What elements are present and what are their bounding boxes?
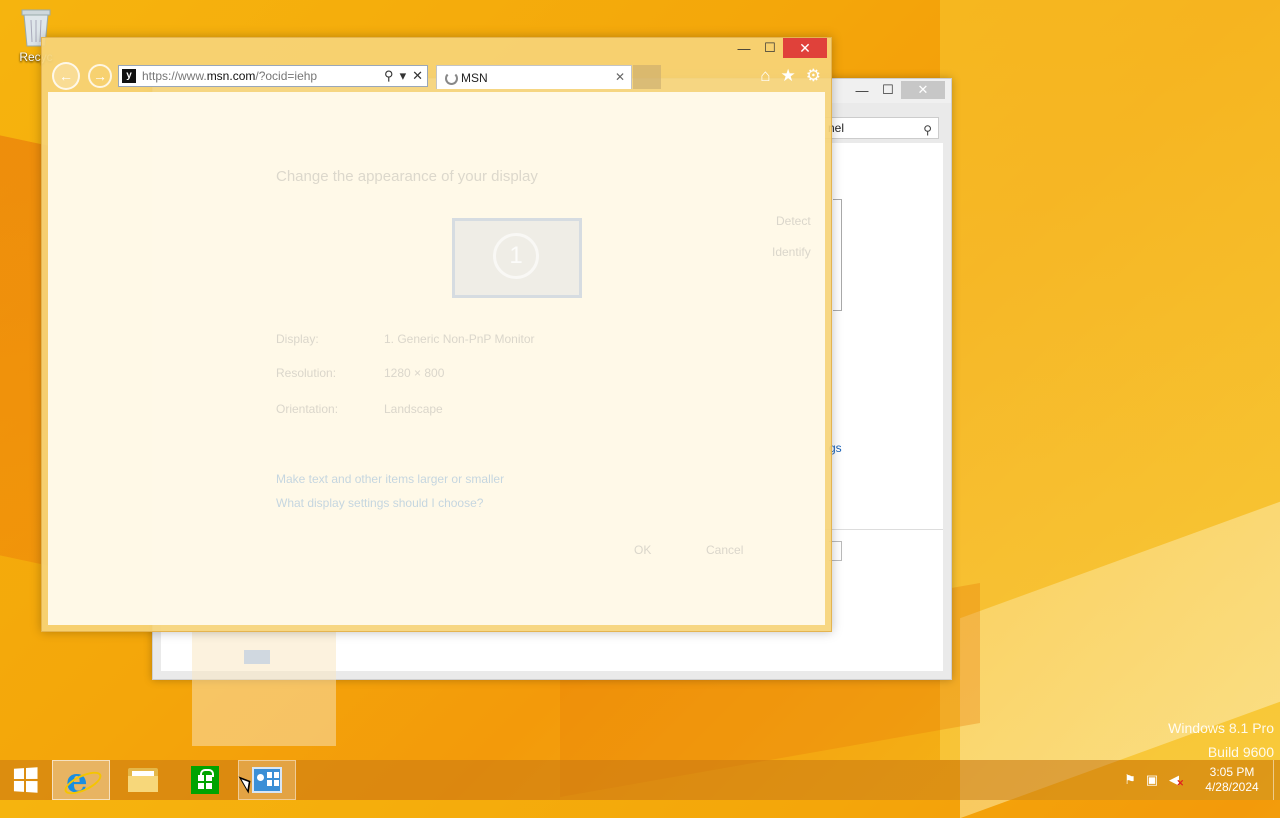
address-url[interactable]: https://www.msn.com/?ocid=iehp xyxy=(142,69,317,83)
url-domain: msn.com xyxy=(206,69,256,83)
back-arrow-icon[interactable]: ← xyxy=(52,62,80,90)
volume-muted-icon[interactable]: ◀ ✕ xyxy=(1163,760,1185,800)
maximize-button[interactable]: ☐ xyxy=(757,38,783,58)
dropdown-chevron-icon[interactable]: ▾ xyxy=(400,68,407,84)
clock-time: 3:05 PM xyxy=(1209,765,1255,779)
control-panel-search-input[interactable]: nel ⚲ xyxy=(821,117,939,139)
taskbar-file-explorer[interactable] xyxy=(114,760,172,800)
forward-arrow-icon[interactable]: → xyxy=(88,64,112,88)
msn-favicon-icon: y xyxy=(122,69,136,83)
ghost-cancel-button: Cancel xyxy=(706,543,744,557)
ghost-ok-button: OK xyxy=(634,543,652,557)
tab-title: MSN xyxy=(461,71,488,85)
taskbar-internet-explorer[interactable]: e xyxy=(52,760,110,801)
monitor-number-icon: 1 xyxy=(493,233,539,279)
url-prefix: https://www. xyxy=(142,69,207,83)
action-center-flag-icon[interactable]: ⚑ xyxy=(1119,760,1141,800)
url-rest: /?ocid=iehp xyxy=(255,69,318,83)
page-content[interactable]: Change the appearance of your display 1 … xyxy=(48,92,825,625)
windows-watermark: Windows 8.1 Pro Build 9600 xyxy=(1168,716,1274,764)
minimize-button[interactable]: — xyxy=(731,38,757,58)
monitor-thumbnail-icon xyxy=(244,650,270,664)
search-icon[interactable]: ⚲ xyxy=(923,120,932,140)
start-button[interactable] xyxy=(0,760,50,800)
ghost-identify-button: Identify xyxy=(772,245,811,259)
internet-explorer-icon: e xyxy=(61,761,105,801)
home-icon[interactable]: ⌂ xyxy=(760,66,770,86)
taskbar-store[interactable] xyxy=(176,760,234,800)
maximize-button[interactable]: ☐ xyxy=(875,81,901,99)
ghost-orientation-value: Landscape xyxy=(384,402,443,416)
minimize-button[interactable]: — xyxy=(849,81,875,99)
ghost-monitor-preview: 1 xyxy=(452,218,582,298)
window-peek-thumbnail xyxy=(192,630,336,746)
close-button[interactable]: ✕ xyxy=(901,81,945,99)
internet-explorer-window[interactable]: — ☐ ✕ ← → y https://www.msn.com/?ocid=ie… xyxy=(41,37,832,632)
ghost-resolution-value: 1280 × 800 xyxy=(384,366,445,380)
search-icon[interactable]: ⚲ xyxy=(384,68,394,84)
settings-gear-icon[interactable]: ⚙ xyxy=(806,66,821,86)
folder-icon xyxy=(128,768,158,792)
new-tab-button[interactable] xyxy=(633,65,661,89)
ghost-heading: Change the appearance of your display xyxy=(276,168,538,185)
show-desktop-button[interactable] xyxy=(1273,760,1280,800)
clock-date: 4/28/2024 xyxy=(1205,780,1259,794)
loading-spinner-icon xyxy=(445,72,458,85)
tab-msn[interactable]: MSN ✕ xyxy=(436,65,632,89)
store-icon xyxy=(191,766,219,794)
tab-close-icon[interactable]: ✕ xyxy=(615,70,625,84)
clock[interactable]: 3:05 PM 4/28/2024 xyxy=(1191,765,1273,795)
network-icon[interactable]: ▣ xyxy=(1141,760,1163,800)
windows-logo-icon xyxy=(13,767,38,793)
watermark-edition: Windows 8.1 Pro xyxy=(1168,720,1274,736)
system-tray: ⚑ ▣ ◀ ✕ 3:05 PM 4/28/2024 xyxy=(1119,760,1280,800)
close-button[interactable]: ✕ xyxy=(783,38,827,58)
favorites-star-icon[interactable]: ★ xyxy=(781,66,796,86)
stop-icon[interactable]: ✕ xyxy=(412,68,423,84)
address-bar[interactable]: y https://www.msn.com/?ocid=iehp ⚲ ▾ ✕ xyxy=(118,65,428,87)
ghost-orientation-label: Orientation: xyxy=(276,402,339,416)
ghost-display-value: 1. Generic Non-PnP Monitor xyxy=(384,332,535,346)
ghost-text-size-link: Make text and other items larger or smal… xyxy=(276,472,505,486)
ghost-detect-button: Detect xyxy=(776,214,811,228)
ghost-help-link: What display settings should I choose? xyxy=(276,496,484,510)
control-panel-icon xyxy=(252,767,282,793)
display-preview-box-edge xyxy=(833,199,842,311)
taskbar: e ⚑ ▣ ◀ ✕ 3:05 PM 4/28/2024 xyxy=(0,760,1280,801)
ghost-display-label: Display: xyxy=(276,332,319,346)
ghost-resolution-label: Resolution: xyxy=(276,366,337,380)
